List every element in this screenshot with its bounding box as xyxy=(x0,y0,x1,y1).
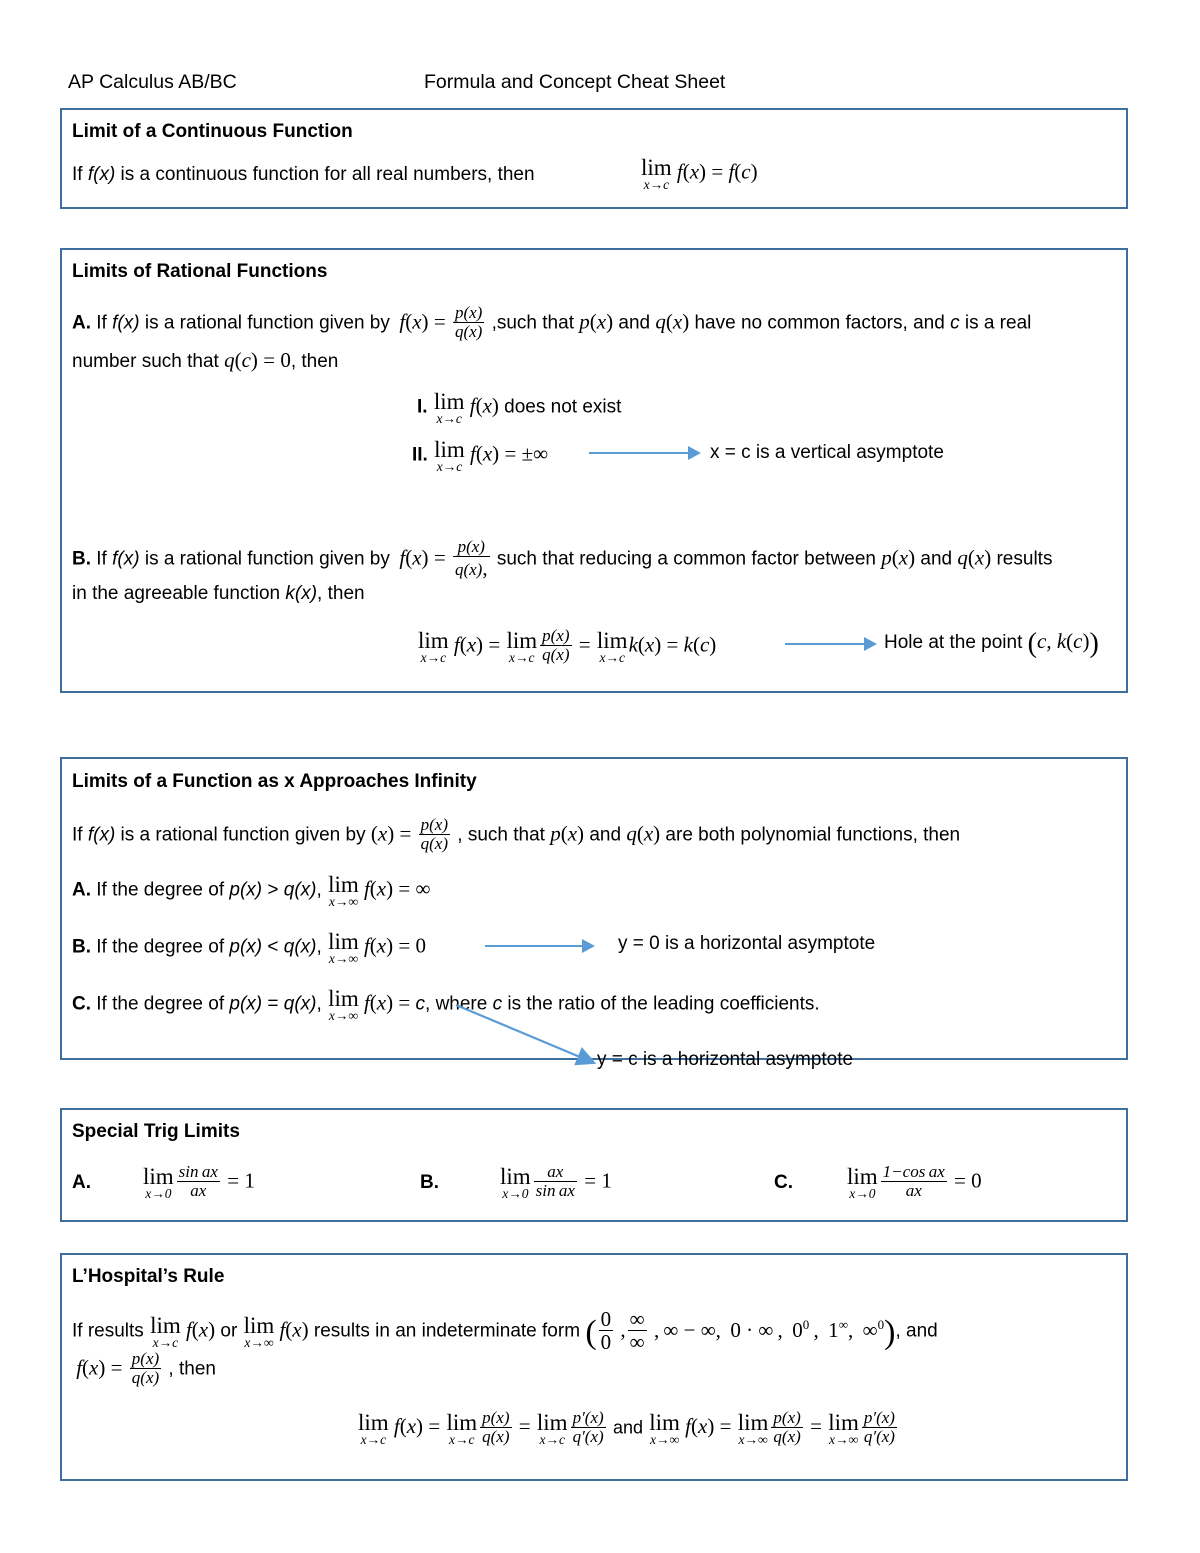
rational-part-a-label: A. xyxy=(72,312,91,334)
section-special-trig-limits: Special Trig Limits A. lim x→0 sin ax ax = … xyxy=(60,1108,1128,1222)
lhospital-formula-row: lim x→c f(x) = lim x→c p(x) q(x) = lim x→c p′(… xyxy=(357,1408,899,1447)
section-title: Limits of a Function as x Approaches Inf… xyxy=(72,771,477,792)
rational-item-i-label: I. xyxy=(417,396,428,418)
infinity-intro: If f(x) is a rational function given by … xyxy=(72,815,961,853)
document-header: AP Calculus AB/BC Formula and Concept Ch… xyxy=(68,68,1128,98)
continuous-function-statement: If f(x) is a continuous function for all… xyxy=(72,164,535,185)
arrow-to-hole xyxy=(785,637,877,651)
trig-item-c-formula: lim x→0 1−cos ax ax = 0 xyxy=(847,1162,982,1201)
section-title: L’Hospital’s Rule xyxy=(72,1266,225,1287)
infinity-part-b-label: B. xyxy=(72,936,91,958)
section-title: Limits of Rational Functions xyxy=(72,261,328,282)
infinity-part-c: C. If the degree of p(x) = q(x), lim x→∞ … xyxy=(72,986,820,1023)
trig-item-a-label: A. xyxy=(72,1172,91,1193)
header-title-right: Formula and Concept Cheat Sheet xyxy=(424,71,726,93)
infinity-part-c-result: y = c is a horizontal asymptote xyxy=(597,1049,854,1070)
infinity-part-a-label: A. xyxy=(72,879,91,901)
rational-part-b-formula: lim x→c f(x) = lim x→c p(x) q(x) = lim x→c k(x… xyxy=(418,626,717,665)
rational-part-b-result: Hole at the point (c, k(c)) xyxy=(884,628,1099,659)
infinity-part-c-label: C. xyxy=(72,993,91,1015)
section-limit-of-a-continuous-function: Limit of a Continuous Function If f(x) i… xyxy=(60,108,1128,209)
rational-part-b-label: B. xyxy=(72,548,91,570)
section-limits-of-rational-functions: Limits of Rational Functions A. If f(x) … xyxy=(60,248,1128,693)
rational-part-a-line2: number such that q(c) = 0, then xyxy=(72,348,339,372)
header-title-left: AP Calculus AB/BC xyxy=(68,71,237,93)
continuous-function-formula: lim x→c f(x) = f(c) xyxy=(641,155,758,192)
trig-item-b-formula: lim x→0 ax sin ax = 1 xyxy=(500,1162,612,1201)
section-limits-as-x-approaches-infinity: Limits of a Function as x Approaches Inf… xyxy=(60,757,1128,1070)
lhospital-line2: f(x) = p(x) q(x) , then xyxy=(72,1349,216,1387)
rational-part-b-line2: in the agreeable function k(x), then xyxy=(72,583,365,604)
arrow-to-horizontal-asymptote-zero xyxy=(485,939,595,953)
lhospital-formula-left: lim x→c f(x) = lim x→c p(x) q(x) = lim x→c p′(… xyxy=(358,1408,606,1447)
section-title: Special Trig Limits xyxy=(72,1121,240,1142)
rational-part-b-line1: B. If f(x) is a rational function given … xyxy=(72,537,1053,580)
infinity-part-b-result: y = 0 is a horizontal asymptote xyxy=(618,933,876,954)
section-title: Limit of a Continuous Function xyxy=(72,121,353,142)
infinity-part-b: B. If the degree of p(x) < q(x), lim x→∞ … xyxy=(72,929,426,966)
section-lhospitals-rule: L’Hospital’s Rule If results lim x→c f(x)… xyxy=(60,1253,1128,1481)
lhospital-formula-right: lim x→∞ f(x) = lim x→∞ p(x) q(x) = lim x→∞ p′(… xyxy=(649,1408,897,1447)
trig-item-c-label: C. xyxy=(774,1172,793,1193)
arrow-to-vertical-asymptote xyxy=(589,446,701,460)
lhospital-formula-conj: and xyxy=(612,1417,643,1438)
infinity-part-a: A. If the degree of p(x) > q(x), lim x→∞ … xyxy=(72,872,431,909)
trig-item-a-formula: lim x→0 sin ax ax = 1 xyxy=(143,1162,255,1201)
trig-item-b-label: B. xyxy=(420,1172,439,1193)
rational-item-ii-label: II. xyxy=(412,444,428,466)
rational-item-ii-result: x = c is a vertical asymptote xyxy=(710,442,944,463)
rational-part-a-line1: A. If f(x) is a rational function given … xyxy=(72,303,1032,341)
cheat-sheet-page: AP Calculus AB/BC Formula and Concept Ch… xyxy=(0,0,1200,1553)
rational-item-i: I. lim x→c f(x) does not exist xyxy=(417,389,622,426)
rational-item-ii: II. lim x→c f(x) = ±∞ xyxy=(412,437,549,474)
lhospital-line1: If results lim x→c f(x) or lim x→∞ f(x) re… xyxy=(72,1307,938,1355)
